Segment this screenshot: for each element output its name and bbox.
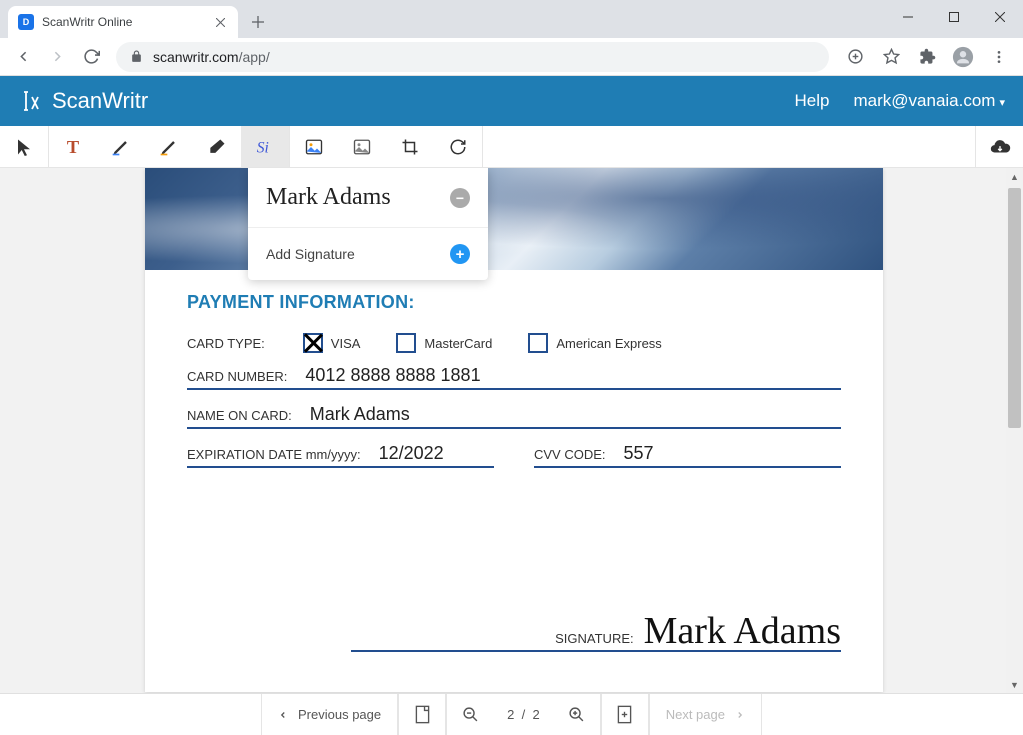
cvv-label: CVV CODE: (534, 447, 606, 462)
name-on-card-value: Mark Adams (310, 404, 410, 425)
app-name: ScanWritr (52, 88, 148, 114)
expiration-value: 12/2022 (379, 443, 444, 464)
name-on-card-label: NAME ON CARD: (187, 408, 292, 423)
eraser-tool[interactable] (193, 126, 241, 167)
scroll-up-icon[interactable]: ▲ (1006, 168, 1023, 185)
card-type-mastercard[interactable]: MasterCard (396, 333, 492, 353)
signature-tool[interactable]: Si (241, 126, 289, 167)
next-page-button: Next page (650, 694, 761, 735)
profile-icon[interactable] (947, 41, 979, 73)
pen-tool[interactable] (97, 126, 145, 167)
add-icon: + (450, 244, 470, 264)
card-type-visa[interactable]: VISA (303, 333, 361, 353)
new-tab-button[interactable] (244, 8, 272, 36)
insert-image-tool[interactable] (290, 126, 338, 167)
zoom-out-button[interactable] (447, 694, 493, 735)
zoom-in-button[interactable] (554, 694, 600, 735)
address-bar[interactable]: scanwritr.com/app/ (116, 42, 829, 72)
crop-tool[interactable] (386, 126, 434, 167)
chevron-left-icon (278, 710, 288, 720)
window-maximize-button[interactable] (931, 1, 977, 33)
card-type-amex[interactable]: American Express (528, 333, 661, 353)
extensions-icon[interactable] (911, 41, 943, 73)
svg-text:Si: Si (257, 139, 269, 156)
page-indicator: 2 / 2 (493, 707, 554, 722)
signature-preview: Mark Adams (266, 184, 391, 211)
text-tool[interactable]: T (49, 126, 97, 167)
expiration-label: EXPIRATION DATE mm/yyyy: (187, 447, 361, 462)
previous-page-button[interactable]: Previous page (262, 694, 397, 735)
cursor-text-icon (18, 89, 42, 113)
browser-tab[interactable]: D ScanWritr Online (8, 6, 238, 38)
app-header: ScanWritr Help mark@vanaia.com▾ (0, 76, 1023, 126)
vertical-scrollbar[interactable]: ▲ ▼ (1006, 168, 1023, 693)
app-logo[interactable]: ScanWritr (18, 88, 148, 114)
checkbox-checked-icon (303, 333, 323, 353)
scroll-down-icon[interactable]: ▼ (1006, 676, 1023, 693)
add-signature-item[interactable]: Add Signature + (248, 228, 488, 280)
url-text: scanwritr.com/app/ (153, 49, 270, 65)
window-minimize-button[interactable] (885, 1, 931, 33)
editor-toolbar: T Si (0, 126, 1023, 168)
browser-tabstrip: D ScanWritr Online (0, 0, 1023, 38)
favicon-icon: D (18, 14, 34, 30)
cloud-download-button[interactable] (975, 126, 1023, 167)
scroll-thumb[interactable] (1008, 188, 1021, 428)
zoom-icon[interactable] (839, 41, 871, 73)
signature-label: SIGNATURE: (555, 631, 634, 646)
help-link[interactable]: Help (795, 91, 830, 111)
svg-text:T: T (67, 137, 79, 157)
image-settings-tool[interactable] (338, 126, 386, 167)
select-tool[interactable] (0, 126, 48, 167)
tab-title: ScanWritr Online (42, 15, 204, 29)
checkbox-icon (396, 333, 416, 353)
user-menu[interactable]: mark@vanaia.com▾ (854, 91, 1006, 111)
nav-reload-button[interactable] (76, 42, 106, 72)
card-number-value: 4012 8888 8888 1881 (305, 365, 480, 386)
window-close-button[interactable] (977, 1, 1023, 33)
add-signature-label: Add Signature (266, 246, 355, 262)
cvv-value: 557 (624, 443, 654, 464)
chevron-down-icon: ▾ (999, 97, 1005, 109)
bookmark-icon[interactable] (875, 41, 907, 73)
fit-page-button[interactable] (399, 694, 445, 735)
nav-forward-button[interactable] (42, 42, 72, 72)
pager-bar: Previous page 2 / 2 Next page (0, 693, 1023, 735)
editor-canvas[interactable]: PAYMENT INFORMATION: CARD TYPE: VISA Mas… (0, 168, 1023, 693)
marker-tool[interactable] (145, 126, 193, 167)
card-number-label: CARD NUMBER: (187, 369, 287, 384)
add-page-button[interactable] (602, 694, 648, 735)
rotate-tool[interactable] (434, 126, 482, 167)
chevron-right-icon (735, 710, 745, 720)
section-title: PAYMENT INFORMATION: (187, 292, 841, 313)
tab-close-button[interactable] (212, 14, 228, 30)
checkbox-icon (528, 333, 548, 353)
browser-menu-button[interactable] (983, 41, 1015, 73)
remove-signature-button[interactable]: − (450, 188, 470, 208)
saved-signature-item[interactable]: Mark Adams − (248, 168, 488, 228)
browser-toolbar: scanwritr.com/app/ (0, 38, 1023, 76)
lock-icon (130, 50, 143, 63)
card-type-label: CARD TYPE: (187, 336, 265, 351)
signature-value: Mark Adams (644, 612, 841, 650)
nav-back-button[interactable] (8, 42, 38, 72)
signature-dropdown: Mark Adams − Add Signature + (248, 168, 488, 280)
